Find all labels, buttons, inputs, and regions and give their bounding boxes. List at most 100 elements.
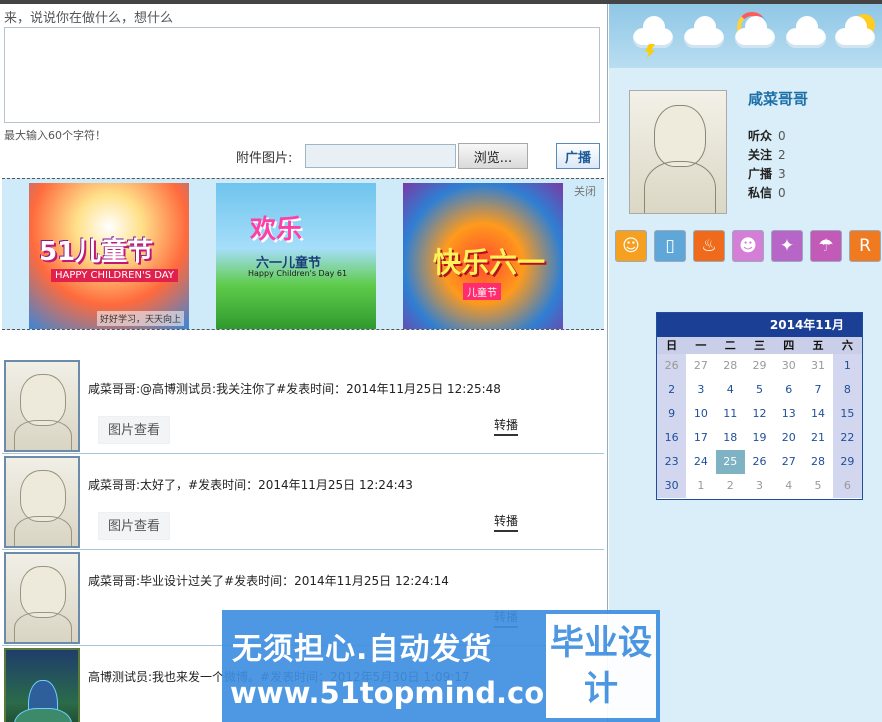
repost-link[interactable]: 转播 bbox=[494, 512, 519, 532]
calendar-day[interactable]: 20 bbox=[774, 426, 803, 450]
calendar-day[interactable]: 5 bbox=[803, 474, 832, 498]
feed-post: 咸菜哥哥:太好了，#发表时间：2014年11月25日 12:24:43 图片查看… bbox=[2, 454, 604, 550]
calendar-day[interactable]: 13 bbox=[774, 402, 803, 426]
banner-2-en: Happy Children's Day 61 bbox=[248, 269, 348, 278]
banner-1-foot: 好好学习，天天向上 bbox=[97, 311, 185, 326]
flame-icon[interactable]: ♨ bbox=[693, 230, 725, 262]
stat-value: 2 bbox=[778, 148, 786, 162]
calendar-day[interactable]: 12 bbox=[745, 402, 774, 426]
calendar-title[interactable]: 2014年11月 bbox=[657, 313, 862, 337]
calendar-day[interactable]: 4 bbox=[716, 378, 745, 402]
calendar-day[interactable]: 21 bbox=[803, 426, 832, 450]
calendar-week: 23 24 25 26 27 28 29 bbox=[657, 450, 862, 474]
calendar-day[interactable]: 10 bbox=[686, 402, 715, 426]
stat-label: 听众 bbox=[748, 129, 773, 143]
phone-icon[interactable]: ▯ bbox=[654, 230, 686, 262]
calendar-day[interactable]: 28 bbox=[803, 450, 832, 474]
calendar-day[interactable]: 24 bbox=[686, 450, 715, 474]
calendar-day[interactable]: 29 bbox=[745, 354, 774, 378]
stat-following[interactable]: 关注 2 bbox=[748, 146, 786, 163]
calendar-day[interactable]: 26 bbox=[657, 354, 687, 378]
broadcast-button[interactable]: 广播 bbox=[556, 143, 600, 169]
calendar-day[interactable]: 23 bbox=[657, 450, 687, 474]
browse-button[interactable]: 浏览... bbox=[458, 143, 528, 169]
stat-value: 0 bbox=[778, 129, 786, 143]
calendar-weekday: 日 bbox=[666, 339, 678, 352]
calendar-day[interactable]: 8 bbox=[832, 378, 862, 402]
avatar[interactable] bbox=[4, 456, 80, 548]
attach-label: 附件图片: bbox=[236, 151, 293, 166]
feed-post: 咸菜哥哥:@高博测试员:我关注你了#发表时间：2014年11月25日 12:25… bbox=[2, 358, 604, 454]
banner-close-link[interactable]: 关闭 bbox=[574, 183, 596, 199]
repost-link[interactable]: 转播 bbox=[494, 416, 519, 436]
stat-label: 广播 bbox=[748, 167, 773, 181]
calendar-day[interactable]: 1 bbox=[686, 474, 715, 498]
calendar-day[interactable]: 9 bbox=[657, 402, 687, 426]
calendar-day[interactable]: 16 bbox=[657, 426, 687, 450]
wand-icon[interactable]: ✦ bbox=[771, 230, 803, 262]
rainbow-cloud-icon bbox=[733, 12, 777, 58]
calendar-grid: 26 27 28 29 30 31 1 2 3 4 5 6 7 8 9 10 11 12 13 14 15 16 17 18 1… bbox=[657, 354, 862, 498]
calendar-day[interactable]: 7 bbox=[803, 378, 832, 402]
watermark-banner: 无须担心.自动发货 www.51topmind.com 毕业设计 bbox=[222, 610, 660, 722]
avatar[interactable] bbox=[4, 360, 80, 452]
calendar-weekday: 一 bbox=[695, 339, 707, 352]
calendar-day[interactable]: 29 bbox=[832, 450, 862, 474]
banner-image-2[interactable]: 欢乐 六一儿童节 Happy Children's Day 61 bbox=[216, 183, 376, 329]
calendar-day[interactable]: 26 bbox=[745, 450, 774, 474]
calendar-day[interactable]: 1 bbox=[832, 354, 862, 378]
calendar-weekday: 六 bbox=[841, 339, 853, 352]
watermark-badge: 毕业设计 bbox=[546, 614, 656, 718]
character-icon[interactable]: ☻ bbox=[732, 230, 764, 262]
calendar-day[interactable]: 30 bbox=[657, 474, 687, 498]
post-textarea[interactable] bbox=[4, 27, 600, 123]
calendar-weekday: 二 bbox=[724, 339, 736, 352]
stat-messages[interactable]: 私信 0 bbox=[748, 184, 786, 201]
calendar-day[interactable]: 15 bbox=[832, 402, 862, 426]
view-image-button[interactable]: 图片查看 bbox=[98, 416, 170, 444]
calendar-week: 26 27 28 29 30 31 1 bbox=[657, 354, 862, 378]
smile-icon[interactable]: ☺ bbox=[615, 230, 647, 262]
calendar-weekday: 三 bbox=[753, 339, 765, 352]
view-image-button[interactable]: 图片查看 bbox=[98, 512, 170, 540]
rain-cloud-icon bbox=[682, 14, 726, 58]
calendar-day[interactable]: 17 bbox=[686, 426, 715, 450]
star-r-icon[interactable]: R bbox=[849, 230, 881, 262]
holiday-banner: 关闭 51儿童节 HAPPY CHILDREN'S DAY 好好学习，天天向上 … bbox=[2, 178, 604, 330]
calendar-day[interactable]: 27 bbox=[686, 354, 715, 378]
calendar-day[interactable]: 2 bbox=[716, 474, 745, 498]
banner-image-3[interactable]: 快乐六一 儿童节 bbox=[403, 183, 563, 329]
stat-listeners[interactable]: 听众 0 bbox=[748, 127, 786, 144]
calendar-day[interactable]: 3 bbox=[686, 378, 715, 402]
calendar-day[interactable]: 22 bbox=[832, 426, 862, 450]
calendar-day[interactable]: 30 bbox=[774, 354, 803, 378]
avatar[interactable] bbox=[4, 552, 80, 644]
stat-broadcasts[interactable]: 广播 3 bbox=[748, 165, 786, 182]
calendar-day[interactable]: 2 bbox=[657, 378, 687, 402]
calendar-day[interactable]: 14 bbox=[803, 402, 832, 426]
calendar: 2014年11月 日一二三四五六 26 27 28 29 30 31 1 2 3 4 5 6 7 8 9 10… bbox=[656, 312, 863, 500]
calendar-week: 9 10 11 12 13 14 15 bbox=[657, 402, 862, 426]
hat-icon[interactable]: ☂ bbox=[810, 230, 842, 262]
banner-2-title: 欢乐 bbox=[250, 215, 303, 245]
profile-avatar[interactable] bbox=[629, 90, 727, 214]
calendar-day[interactable]: 6 bbox=[774, 378, 803, 402]
cloud-icon bbox=[784, 14, 828, 58]
calendar-day[interactable]: 27 bbox=[774, 450, 803, 474]
calendar-day[interactable]: 5 bbox=[745, 378, 774, 402]
calendar-day[interactable]: 18 bbox=[716, 426, 745, 450]
calendar-day[interactable]: 25 bbox=[715, 450, 745, 474]
avatar[interactable] bbox=[4, 648, 80, 722]
profile-username[interactable]: 咸菜哥哥 bbox=[748, 88, 808, 109]
composer-prompt: 来，说说你在做什么，想什么 bbox=[4, 11, 174, 26]
attach-file-input[interactable] bbox=[305, 144, 456, 168]
calendar-day[interactable]: 4 bbox=[774, 474, 803, 498]
calendar-day[interactable]: 31 bbox=[803, 354, 832, 378]
calendar-day[interactable]: 11 bbox=[716, 402, 745, 426]
calendar-weekday: 四 bbox=[783, 339, 795, 352]
calendar-day[interactable]: 6 bbox=[832, 474, 862, 498]
calendar-day[interactable]: 19 bbox=[745, 426, 774, 450]
calendar-day[interactable]: 28 bbox=[716, 354, 745, 378]
banner-image-1[interactable]: 51儿童节 HAPPY CHILDREN'S DAY 好好学习，天天向上 bbox=[29, 183, 189, 329]
calendar-day[interactable]: 3 bbox=[745, 474, 774, 498]
